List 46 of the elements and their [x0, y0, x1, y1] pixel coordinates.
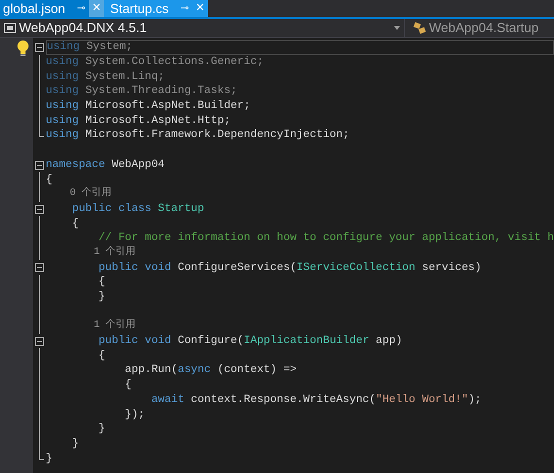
code-line: using Microsoft.AspNet.Builder;	[46, 99, 252, 114]
close-icon[interactable]: ✕	[192, 0, 208, 17]
class-icon	[413, 22, 427, 34]
code-line: using Microsoft.AspNet.Http;	[46, 114, 232, 128]
code-line: });	[124, 408, 146, 422]
code-line: {	[124, 378, 133, 392]
pin-icon[interactable]: ⊸	[180, 0, 189, 17]
collapse-icon[interactable]	[34, 43, 44, 52]
lightbulb-icon[interactable]	[16, 40, 30, 57]
collapse-icon[interactable]	[34, 204, 44, 214]
code-line: {	[98, 275, 106, 290]
code-line: }	[98, 422, 106, 437]
type-dropdown[interactable]: WebApp04.Startup	[405, 19, 539, 37]
code-line: // For more information on how to configure your application, visit h	[98, 231, 554, 246]
tab-label: global.json	[3, 0, 66, 17]
code-line: }	[98, 290, 106, 304]
pin-icon[interactable]: ⊸	[77, 0, 86, 17]
project-name: WebApp04.DNX 4.5.1	[19, 19, 147, 38]
type-name: WebApp04.Startup	[429, 19, 539, 38]
reference-count[interactable]: 0 个引用	[46, 186, 554, 202]
code-line: namespace WebApp04	[46, 158, 166, 172]
dropdown-arrow-icon	[394, 26, 400, 30]
collapse-icon[interactable]	[34, 160, 44, 170]
reference-count[interactable]: 1 个引用	[46, 319, 554, 334]
code-line: app.Run(async (context) =>	[124, 363, 298, 378]
code-line: using System.Linq;	[46, 70, 166, 84]
code-line: public void ConfigureServices(IServiceCollection services)	[98, 260, 482, 275]
code-line: using System.Threading.Tasks;	[46, 84, 238, 99]
code-line: }	[71, 436, 80, 452]
editor-tab[interactable]: global.json ⊸ ✕	[0, 0, 104, 17]
code-line: {	[46, 172, 54, 187]
close-icon[interactable]: ✕	[89, 0, 104, 17]
code-line: }	[46, 452, 54, 466]
code-line: public void Configure(IApplicationBuilder app)	[98, 334, 404, 348]
code-line: using System.Collections.Generic;	[46, 55, 265, 70]
reference-count[interactable]: 1 个引用	[46, 246, 554, 260]
project-dropdown[interactable]: WebApp04.DNX 4.5.1	[0, 19, 405, 37]
collapse-icon[interactable]	[34, 263, 44, 272]
tab-label: Startup.cs	[110, 0, 169, 17]
code-line: {	[71, 216, 80, 231]
collapse-icon[interactable]	[34, 336, 44, 346]
code-line: using Microsoft.Framework.DependencyInjection;	[46, 128, 350, 143]
code-line: {	[98, 348, 106, 364]
code-line: public class Startup	[71, 202, 206, 216]
code-line: await context.Response.WriteAsync("Hello World!");	[150, 392, 482, 408]
editor-tab[interactable]: Startup.cs ⊸ ✕	[104, 0, 208, 17]
